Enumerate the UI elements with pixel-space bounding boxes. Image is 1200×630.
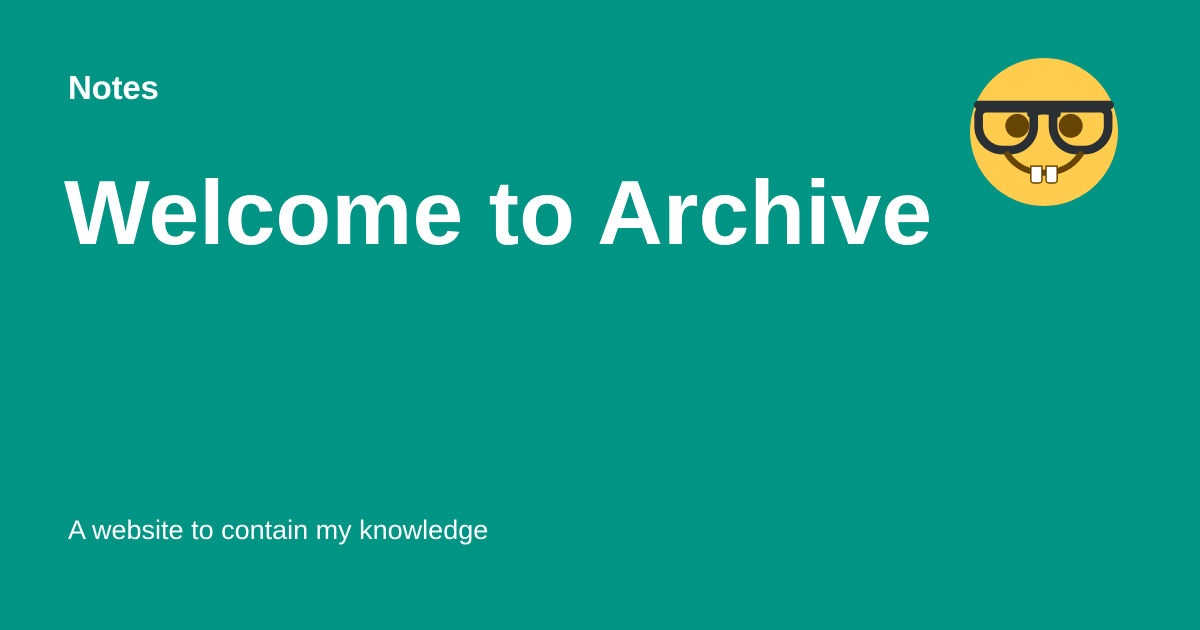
social-card: Notes Welcome to Archive A website to co… (0, 0, 1200, 630)
site-name: Notes (68, 69, 159, 106)
nerd-face-icon (970, 58, 1118, 206)
page-title: Welcome to Archive (64, 163, 933, 264)
site-description: A website to contain my knowledge (68, 515, 489, 545)
